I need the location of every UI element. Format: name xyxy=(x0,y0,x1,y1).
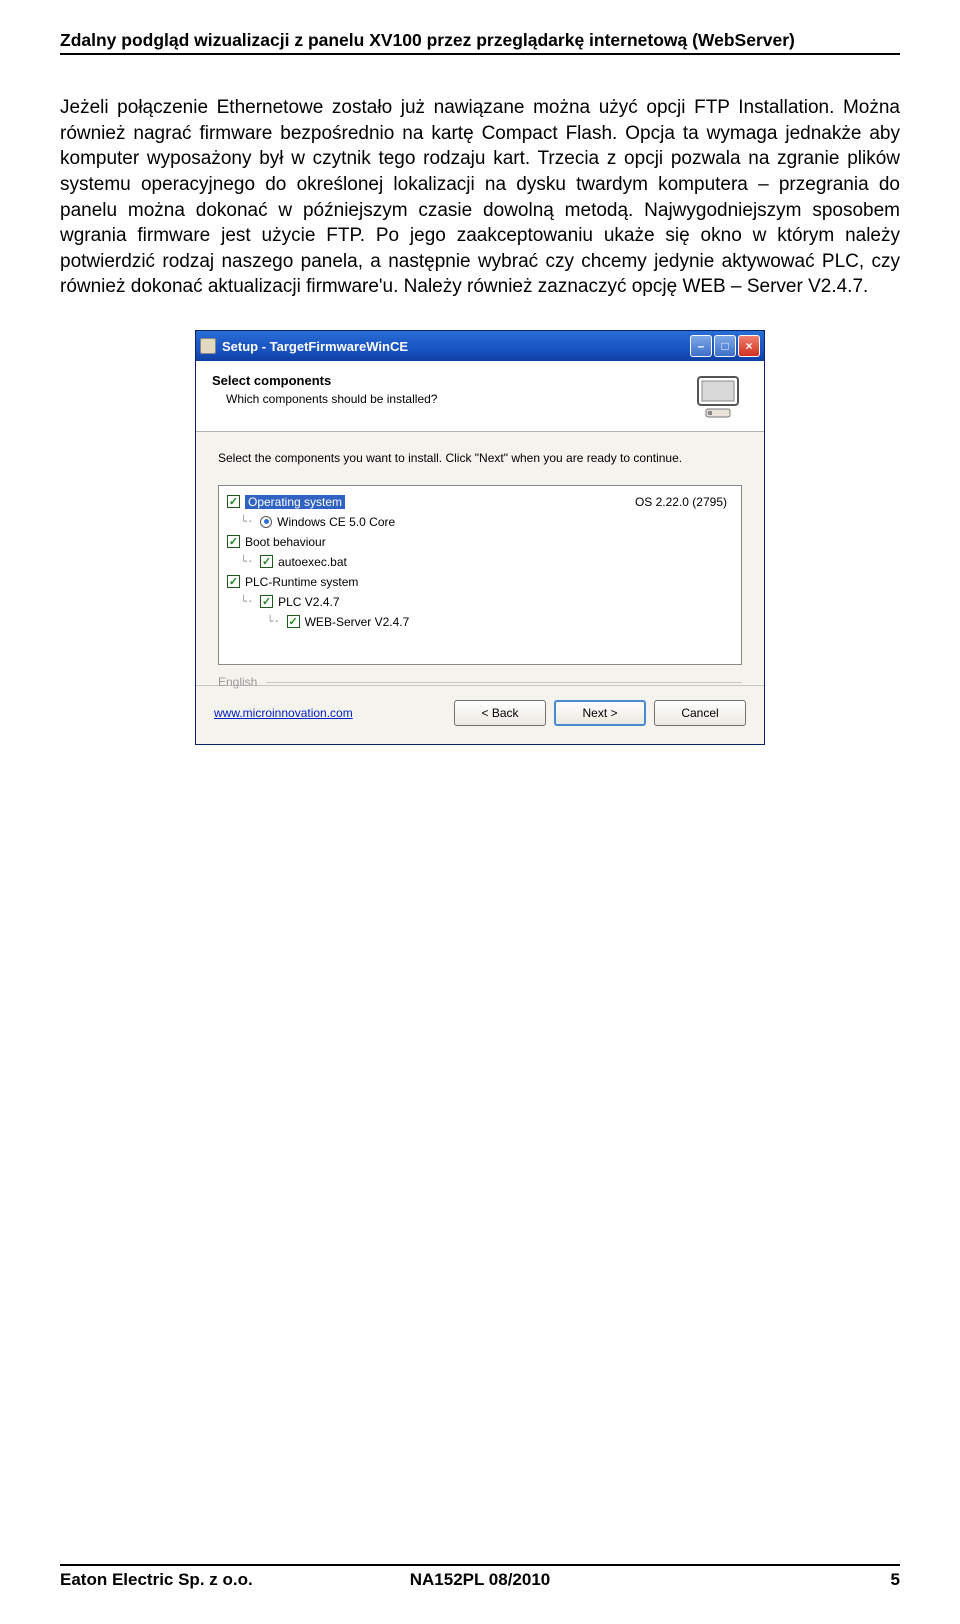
page-footer: Eaton Electric Sp. z o.o. NA152PL 08/201… xyxy=(60,1564,900,1590)
language-label: English xyxy=(218,675,257,689)
tree-item-os[interactable]: Operating system xyxy=(245,495,345,509)
installer-icon xyxy=(200,338,216,354)
tree-connector: └· xyxy=(227,515,260,528)
tree-item-boot[interactable]: Boot behaviour xyxy=(245,535,326,549)
checkbox-os[interactable]: ✓ xyxy=(227,495,240,508)
checkbox-plcv247[interactable]: ✓ xyxy=(260,595,273,608)
tree-item-autoexec[interactable]: autoexec.bat xyxy=(278,555,347,569)
component-tree[interactable]: ✓ Operating system OS 2.22.0 (2795) └· W… xyxy=(218,485,742,665)
titlebar[interactable]: Setup - TargetFirmwareWinCE – □ × xyxy=(196,331,764,361)
tree-item-webserver[interactable]: WEB-Server V2.4.7 xyxy=(305,615,410,629)
tree-connector: └· xyxy=(227,555,260,568)
footer-company: Eaton Electric Sp. z o.o. xyxy=(60,1570,340,1590)
setup-dialog: Setup - TargetFirmwareWinCE – □ × Select… xyxy=(195,330,765,745)
checkbox-autoexec[interactable]: ✓ xyxy=(260,555,273,568)
vendor-link[interactable]: www.microinnovation.com xyxy=(214,706,446,720)
dialog-title: Select components xyxy=(212,373,437,388)
checkbox-webserver[interactable]: ✓ xyxy=(287,615,300,628)
window-title: Setup - TargetFirmwareWinCE xyxy=(222,339,690,354)
maximize-button[interactable]: □ xyxy=(714,335,736,357)
close-button[interactable]: × xyxy=(738,335,760,357)
next-button[interactable]: Next > xyxy=(554,700,646,726)
page-header: Zdalny podgląd wizualizacji z panelu XV1… xyxy=(60,30,900,51)
footer-doc-id: NA152PL 08/2010 xyxy=(340,1570,620,1590)
tree-item-wince[interactable]: Windows CE 5.0 Core xyxy=(277,515,395,529)
dialog-instruction: Select the components you want to instal… xyxy=(218,450,742,467)
footer-page-number: 5 xyxy=(620,1570,900,1590)
body-paragraph: Jeżeli połączenie Ethernetowe zostało ju… xyxy=(60,95,900,300)
tree-connector: └· xyxy=(227,595,260,608)
back-button[interactable]: < Back xyxy=(454,700,546,726)
radio-wince[interactable] xyxy=(260,516,272,528)
os-version: OS 2.22.0 (2795) xyxy=(635,495,733,509)
tree-item-plcv247[interactable]: PLC V2.4.7 xyxy=(278,595,339,609)
cancel-button[interactable]: Cancel xyxy=(654,700,746,726)
tree-item-plc-runtime[interactable]: PLC-Runtime system xyxy=(245,575,358,589)
tree-connector: └· xyxy=(227,615,287,628)
checkbox-plc[interactable]: ✓ xyxy=(227,575,240,588)
checkbox-boot[interactable]: ✓ xyxy=(227,535,240,548)
dialog-subtitle: Which components should be installed? xyxy=(226,392,437,406)
minimize-button[interactable]: – xyxy=(690,335,712,357)
computer-icon xyxy=(692,373,748,421)
